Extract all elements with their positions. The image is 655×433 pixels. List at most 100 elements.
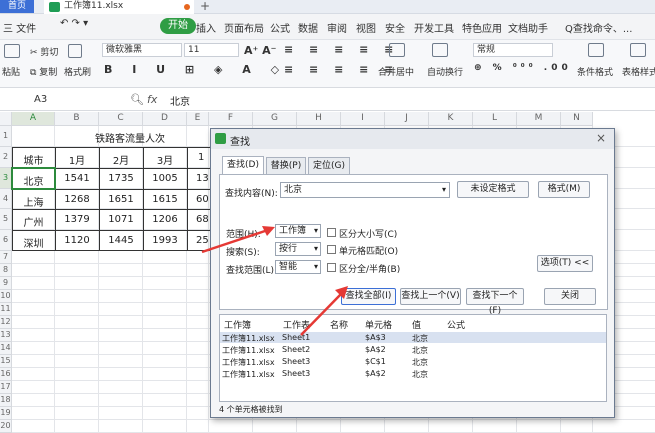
result-cell[interactable]: 工作簿11.xlsx — [222, 333, 275, 344]
match-width-checkbox[interactable] — [327, 263, 336, 272]
column-header[interactable]: A — [12, 112, 55, 126]
column-header[interactable]: N — [561, 112, 593, 126]
wrap-text-icon[interactable] — [432, 43, 448, 57]
menu-review[interactable]: 审阅 — [327, 20, 347, 35]
menu-start[interactable]: 开始 — [160, 18, 196, 34]
results-header-cell[interactable]: 单元格 — [365, 318, 392, 331]
row-header[interactable]: 19 — [0, 407, 12, 420]
table-cell[interactable]: 上海 — [12, 194, 55, 209]
result-cell[interactable]: $C$1 — [365, 357, 386, 366]
table-cell[interactable]: 1071 — [99, 214, 143, 225]
menu-data[interactable]: 数据 — [298, 20, 318, 35]
tab-goto[interactable]: 定位(G) — [308, 157, 350, 174]
table-style-button[interactable]: 表格样式 — [622, 65, 655, 78]
tab-find[interactable]: 查找(D) — [222, 156, 264, 174]
paste-icon[interactable] — [4, 44, 20, 58]
options-button[interactable]: 选项(T) << — [537, 255, 593, 272]
match-case-checkbox[interactable] — [327, 228, 336, 237]
tab-document[interactable]: 工作簿11.xlsx — [44, 0, 194, 14]
column-header[interactable]: F — [209, 112, 253, 126]
cut-button[interactable]: ✂ 剪切 — [30, 45, 58, 58]
row-header[interactable]: 17 — [0, 381, 12, 394]
find-input[interactable]: 北京 ▾ — [280, 182, 450, 198]
result-cell[interactable]: 北京 — [412, 345, 428, 356]
row-header[interactable]: 18 — [0, 394, 12, 407]
menu-insert[interactable]: 插入 — [196, 20, 216, 35]
table-cell[interactable]: 1735 — [99, 173, 143, 184]
menu-page-layout[interactable]: 页面布局 — [224, 20, 264, 35]
table-cell[interactable]: 深圳 — [12, 235, 55, 250]
number-format-select[interactable]: 常规 — [473, 43, 553, 57]
column-header[interactable]: E — [187, 112, 209, 126]
undo-icon[interactable]: ↶ ↷ ▾ — [60, 18, 88, 29]
search-order-select[interactable]: 按行 — [275, 242, 321, 256]
table-header-cell[interactable]: 1 — [188, 152, 210, 163]
table-header-cell[interactable]: 2月 — [99, 152, 143, 167]
result-cell[interactable]: 北京 — [412, 369, 428, 380]
table-header-cell[interactable]: 1月 — [55, 152, 99, 167]
column-header[interactable]: I — [341, 112, 385, 126]
wrap-text-button[interactable]: 自动换行 — [427, 65, 463, 78]
table-cell[interactable]: 1993 — [143, 235, 187, 246]
name-box[interactable]: A3 — [4, 93, 94, 107]
find-previous-button[interactable]: 查找上一个(V) — [400, 288, 461, 305]
table-cell[interactable]: 13 — [188, 173, 210, 184]
results-header-value[interactable]: 值 — [412, 318, 421, 331]
close-button[interactable]: 关闭 — [544, 288, 596, 305]
table-cell[interactable]: 广州 — [12, 214, 55, 229]
menu-features[interactable]: 特色应用 — [462, 20, 502, 35]
tab-replace[interactable]: 替换(P) — [266, 157, 306, 174]
format-painter-icon[interactable] — [68, 44, 82, 58]
match-cell-checkbox[interactable] — [327, 245, 336, 254]
conditional-format-icon[interactable] — [588, 43, 604, 57]
column-header[interactable]: M — [517, 112, 561, 126]
zoom-icon[interactable]: 🔍︎ — [130, 93, 144, 106]
column-header[interactable]: D — [143, 112, 187, 126]
results-header-formula[interactable]: 公式 — [447, 318, 465, 331]
table-cell[interactable]: 1120 — [55, 235, 99, 246]
format-button[interactable]: 格式(M) — [538, 181, 590, 198]
menu-view[interactable]: 视图 — [356, 20, 376, 35]
row-header[interactable]: 10 — [0, 290, 12, 303]
table-cell[interactable]: 1615 — [143, 194, 187, 205]
row-header[interactable]: 4 — [0, 189, 12, 209]
result-cell[interactable]: 工作簿11.xlsx — [222, 345, 275, 356]
tab-home[interactable]: 首页 — [0, 0, 34, 13]
formula-input[interactable]: 北京 — [170, 93, 190, 108]
result-cell[interactable]: 北京 — [412, 357, 428, 368]
scope-select[interactable]: 工作簿 — [275, 224, 321, 238]
table-cell[interactable]: 1445 — [99, 235, 143, 246]
number-format-icons[interactable]: ⊕ % ⁰⁰⁰ .00 — [474, 63, 572, 73]
menu-security[interactable]: 安全 — [385, 20, 405, 35]
row-header[interactable]: 12 — [0, 316, 12, 329]
select-all-corner[interactable] — [0, 112, 12, 126]
dialog-titlebar[interactable] — [211, 129, 614, 149]
search-command[interactable]: Q查找命令、... — [565, 20, 632, 35]
table-header-cell[interactable]: 3月 — [143, 152, 187, 167]
result-cell[interactable]: 工作簿11.xlsx — [222, 369, 275, 380]
menu-doc-assistant[interactable]: 文档助手 — [508, 20, 548, 35]
table-cell[interactable]: 1379 — [55, 214, 99, 225]
column-header[interactable]: B — [55, 112, 99, 126]
merge-center-button[interactable]: 合并居中 — [378, 65, 414, 78]
format-painter-button[interactable]: 格式刷 — [64, 65, 91, 78]
menu-formulas[interactable]: 公式 — [270, 20, 290, 35]
column-header[interactable]: H — [297, 112, 341, 126]
look-in-select[interactable]: 智能 — [275, 260, 321, 274]
result-cell[interactable]: Sheet3 — [282, 357, 310, 366]
results-header-workbook[interactable]: 工作簿 — [224, 318, 251, 331]
row-header[interactable]: 16 — [0, 368, 12, 381]
menu-developer[interactable]: 开发工具 — [414, 20, 454, 35]
table-cell[interactable]: 1541 — [55, 173, 99, 184]
result-cell[interactable]: $A$3 — [365, 333, 386, 342]
font-size-select[interactable]: 11 — [184, 43, 239, 57]
row-header[interactable]: 11 — [0, 303, 12, 316]
row-header[interactable]: 20 — [0, 420, 12, 433]
row-header[interactable]: 8 — [0, 264, 12, 277]
table-style-icon[interactable] — [630, 43, 646, 57]
dropdown-arrow-icon[interactable]: ▾ — [442, 183, 446, 197]
conditional-format-button[interactable]: 条件格式 — [577, 65, 613, 78]
text-style-icons[interactable]: B I U ⊞ ◈ A ◇ — [104, 63, 287, 76]
result-cell[interactable]: 工作簿11.xlsx — [222, 357, 275, 368]
merge-center-icon[interactable] — [389, 43, 405, 57]
